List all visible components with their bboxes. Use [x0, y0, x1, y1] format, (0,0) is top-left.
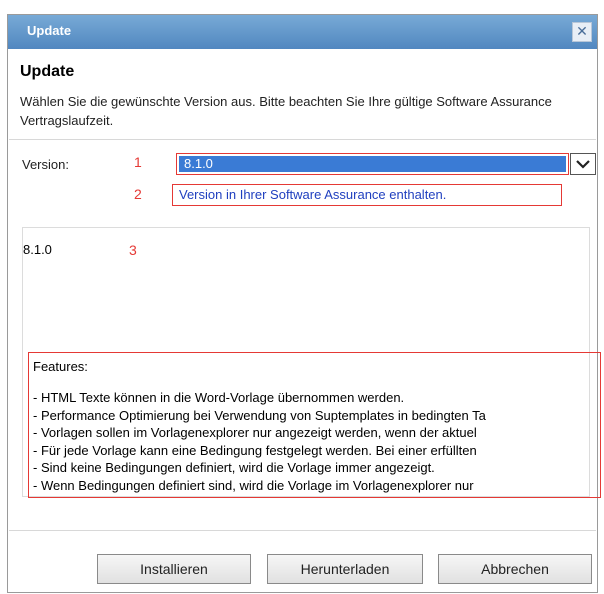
dialog-titlebar[interactable]: Update ✕ — [8, 15, 597, 49]
feature-item: - Für jede Vorlage kann eine Bedingung f… — [33, 442, 477, 458]
annotation-marker-2: 2 — [134, 186, 142, 202]
download-button[interactable]: Herunterladen — [267, 554, 423, 584]
software-assurance-note: Version in Ihrer Software Assurance enth… — [172, 184, 562, 206]
annotation-marker-3: 3 — [129, 242, 137, 258]
cancel-button[interactable]: Abbrechen — [438, 554, 592, 584]
footer-divider — [9, 530, 596, 531]
feature-item: - Performance Optimierung bei Verwendung… — [33, 407, 486, 423]
features-box: Features: - HTML Texte können in die Wor… — [28, 352, 601, 498]
dialog-description: Wählen Sie die gewünschte Version aus. B… — [20, 94, 552, 128]
close-button[interactable]: ✕ — [572, 22, 592, 42]
feature-item: - Wenn Bedingungen definiert sind, wird … — [33, 477, 474, 493]
release-notes-version: 8.1.0 — [23, 242, 52, 257]
features-title: Features: — [33, 359, 88, 374]
feature-item: - Sind keine Bedingungen definiert, wird… — [33, 460, 435, 475]
version-select-arrow-button[interactable] — [570, 153, 596, 175]
version-select-highlight: 8.1.0 — [176, 153, 569, 175]
close-x-icon: ✕ — [576, 24, 588, 40]
annotation-marker-1: 1 — [134, 154, 142, 170]
update-dialog: Update ✕ Update Wählen Sie die gewünscht… — [7, 14, 601, 593]
dialog-title: Update — [27, 23, 72, 38]
divider — [9, 139, 596, 140]
feature-item: - HTML Texte können in die Word-Vorlage … — [33, 390, 405, 405]
version-label: Version: — [22, 157, 69, 172]
feature-item: - Vorlagen sollen im Vorlagenexplorer nu… — [33, 425, 477, 440]
version-select[interactable]: 8.1.0 — [176, 153, 596, 175]
chevron-down-icon — [576, 160, 590, 169]
version-select-value: 8.1.0 — [179, 156, 566, 172]
dialog-heading: Update — [20, 63, 75, 80]
install-button[interactable]: Installieren — [97, 554, 251, 584]
